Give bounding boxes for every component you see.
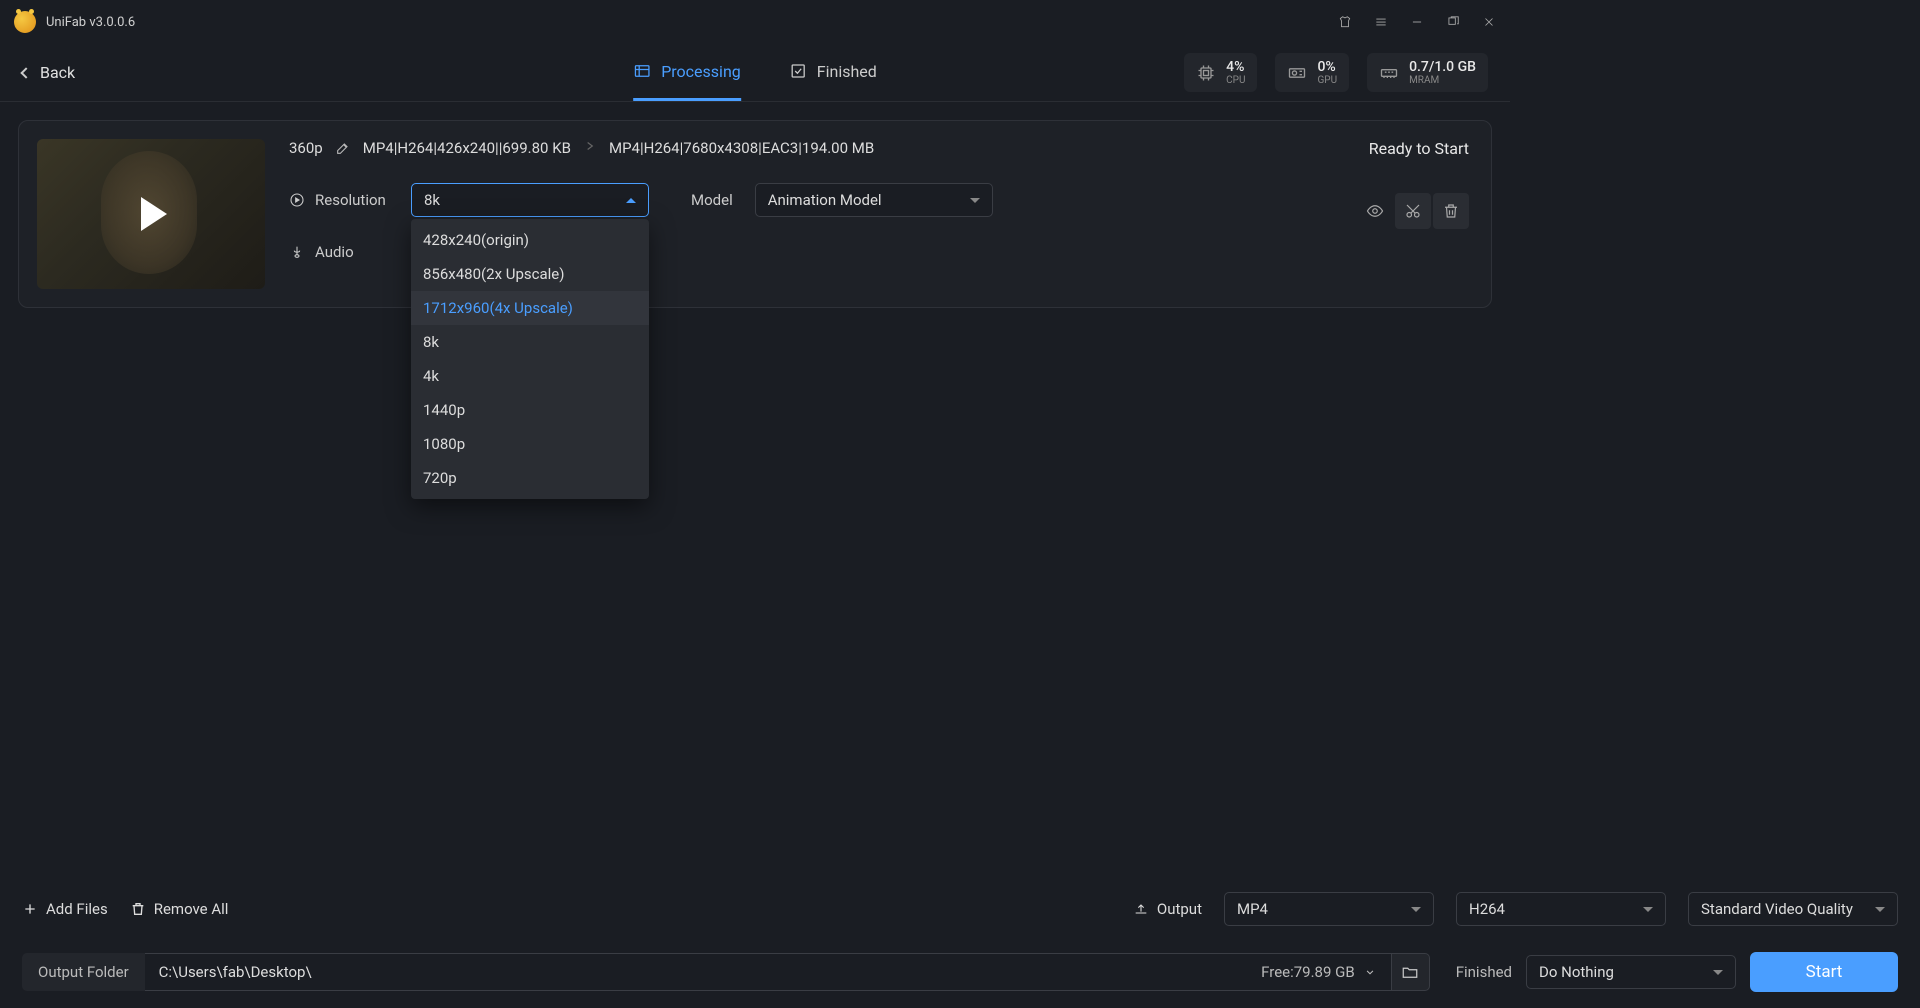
- model-value: Animation Model: [768, 191, 882, 209]
- free-space: Free:79.89 GB: [1261, 963, 1355, 981]
- close-icon[interactable]: [1482, 15, 1496, 29]
- finished-icon: [789, 62, 807, 80]
- ram-icon: [1379, 63, 1399, 83]
- codec-select[interactable]: H264: [1456, 892, 1666, 926]
- resolution-option[interactable]: 1440p: [411, 393, 649, 427]
- resolution-icon: [289, 192, 305, 208]
- resolution-option[interactable]: 8k: [411, 325, 649, 359]
- edit-icon[interactable]: [335, 140, 351, 156]
- cut-button[interactable]: [1395, 193, 1431, 229]
- app-logo: [14, 11, 36, 33]
- resolution-option[interactable]: 4k: [411, 359, 649, 393]
- shirt-icon[interactable]: [1338, 15, 1352, 29]
- tab-finished[interactable]: Finished: [789, 44, 877, 101]
- back-label: Back: [40, 63, 75, 82]
- trash-icon: [130, 901, 146, 917]
- app-title: UniFab v3.0.0.6: [46, 15, 135, 30]
- output-folder-input[interactable]: C:\Users\fab\Desktop\ Free:79.89 GB: [145, 953, 1392, 991]
- processing-icon: [633, 62, 651, 80]
- tab-label: Processing: [661, 62, 741, 81]
- plus-icon: [22, 901, 38, 917]
- target-meta: MP4|H264|7680x4308|EAC3|194.00 MB: [609, 139, 874, 157]
- tab-processing[interactable]: Processing: [633, 44, 741, 101]
- cpu-icon: [1196, 63, 1216, 83]
- resolution-badge: 360p: [289, 139, 323, 157]
- stat-gpu: 0%GPU: [1275, 53, 1349, 93]
- topbar: Back Processing Finished 4%CPU 0%GPU 0.7…: [0, 44, 1510, 102]
- source-meta: MP4|H264|426x240||699.80 KB: [363, 139, 571, 157]
- chevron-down-icon: [1643, 907, 1653, 912]
- resolution-option[interactable]: 856x480(2x Upscale): [411, 257, 649, 291]
- model-select[interactable]: Animation Model: [755, 183, 993, 217]
- audio-icon: [289, 244, 305, 260]
- minimize-icon[interactable]: [1410, 15, 1424, 29]
- tab-label: Finished: [817, 62, 877, 81]
- resolution-option[interactable]: 428x240(origin): [411, 223, 649, 257]
- titlebar: UniFab v3.0.0.6: [0, 0, 1510, 44]
- chevron-down-icon: [970, 198, 980, 203]
- model-label: Model: [691, 191, 733, 209]
- menu-icon[interactable]: [1374, 15, 1388, 29]
- resolution-value: 8k: [424, 191, 440, 209]
- chevron-left-icon: [20, 67, 31, 78]
- chevron-down-icon: [1713, 970, 1723, 975]
- upload-icon: [1133, 901, 1149, 917]
- start-button[interactable]: Start: [1750, 952, 1898, 992]
- back-button[interactable]: Back: [22, 63, 75, 82]
- status-text: Ready to Start: [1369, 139, 1469, 158]
- stat-ram: 0.7/1.0 GBMRAM: [1367, 53, 1488, 93]
- resolution-option[interactable]: 1712x960(4x Upscale): [411, 291, 649, 325]
- chevron-down-icon: [1875, 907, 1885, 912]
- output-label: Output: [1157, 900, 1202, 918]
- audio-label: Audio: [315, 243, 354, 261]
- delete-button[interactable]: [1433, 193, 1469, 229]
- chevron-down-icon: [1363, 965, 1377, 979]
- remove-all-button[interactable]: Remove All: [130, 900, 229, 918]
- arrow-icon: [583, 139, 597, 157]
- maximize-icon[interactable]: [1446, 15, 1460, 29]
- resolution-option[interactable]: 720p: [411, 461, 649, 495]
- preview-button[interactable]: [1357, 193, 1393, 229]
- stat-cpu: 4%CPU: [1184, 53, 1257, 93]
- chevron-down-icon: [1411, 907, 1421, 912]
- browse-folder-button[interactable]: [1392, 953, 1430, 991]
- finished-action-select[interactable]: Do Nothing: [1526, 955, 1736, 989]
- resolution-dropdown: 428x240(origin)856x480(2x Upscale)1712x9…: [411, 219, 649, 499]
- output-folder-label: Output Folder: [22, 953, 145, 991]
- format-select[interactable]: MP4: [1224, 892, 1434, 926]
- gpu-icon: [1287, 63, 1307, 83]
- resolution-label: Resolution: [315, 191, 386, 209]
- chevron-up-icon: [626, 198, 636, 203]
- video-thumbnail[interactable]: [37, 139, 265, 289]
- add-files-button[interactable]: Add Files: [22, 900, 108, 918]
- video-card: 360p MP4|H264|426x240||699.80 KB MP4|H26…: [18, 120, 1492, 308]
- finished-label: Finished: [1456, 963, 1512, 981]
- resolution-select[interactable]: 8k: [411, 183, 649, 217]
- quality-select[interactable]: Standard Video Quality: [1688, 892, 1898, 926]
- resolution-option[interactable]: 1080p: [411, 427, 649, 461]
- play-icon: [141, 197, 167, 231]
